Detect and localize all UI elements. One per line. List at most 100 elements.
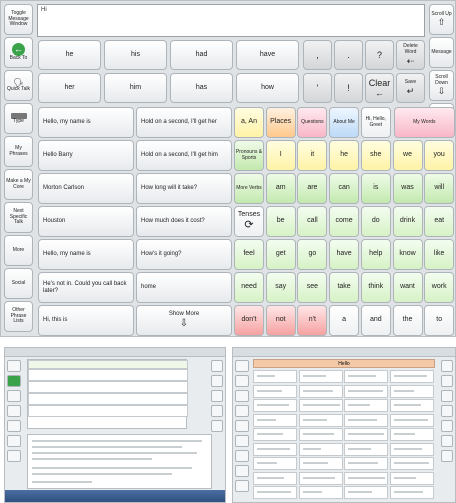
right-toolbar-button[interactable]: Message xyxy=(429,37,454,68)
core-word-key[interactable]: drink xyxy=(392,206,423,237)
left-toolbar-button[interactable]: My Phrases xyxy=(4,136,33,167)
core-word-label: call xyxy=(307,217,318,225)
core-word-key[interactable]: I xyxy=(265,140,296,171)
core-word-key[interactable]: do xyxy=(360,206,391,237)
core-word-key[interactable]: a, An xyxy=(234,107,264,138)
phrase-button[interactable]: Houston xyxy=(38,206,134,237)
core-word-key[interactable]: to xyxy=(424,305,455,336)
core-word-key[interactable]: see xyxy=(297,272,328,303)
punctuation-key[interactable]: Delete Word ⇠ xyxy=(396,40,425,70)
core-word-key[interactable]: Pronouns & Sports xyxy=(234,140,264,171)
core-word-key[interactable]: the xyxy=(392,305,423,336)
core-word-key[interactable]: My Words xyxy=(393,107,456,138)
up-arrow-icon: ⇧ xyxy=(437,16,446,27)
core-word-key[interactable]: n't xyxy=(297,305,328,336)
down-arrow-icon: ⇩ xyxy=(179,318,189,330)
word-key[interactable]: how xyxy=(236,73,299,103)
core-word-label: are xyxy=(307,184,318,192)
core-word-key[interactable]: you xyxy=(424,140,455,171)
core-word-key[interactable]: don't xyxy=(234,305,264,336)
phrase-button[interactable]: Hello Barry xyxy=(38,140,134,171)
core-word-key[interactable]: call xyxy=(297,206,328,237)
core-word-key[interactable]: say xyxy=(265,272,296,303)
core-word-key[interactable]: and xyxy=(360,305,391,336)
phrase-button[interactable]: He's not in. Could you call back later? xyxy=(38,272,134,303)
phrase-button[interactable]: Hold on a second, I'll get her xyxy=(136,107,232,138)
core-word-key[interactable]: are xyxy=(297,173,328,204)
core-word-key[interactable]: Places xyxy=(265,107,296,138)
left-toolbar-button[interactable]: Other Phrase Lists xyxy=(4,301,33,332)
core-word-key[interactable]: eat xyxy=(424,206,455,237)
core-word-key[interactable]: like xyxy=(424,239,455,270)
phrase-button[interactable]: Morton Carlson xyxy=(38,173,134,204)
word-key[interactable]: his xyxy=(104,40,167,70)
left-toolbar-button[interactable]: Next Specific Talk xyxy=(4,202,33,233)
core-word-key[interactable]: Hi, Hello, Greet xyxy=(360,107,391,138)
core-word-key[interactable]: not xyxy=(265,305,296,336)
core-word-key[interactable]: a xyxy=(329,305,360,336)
phrase-button[interactable]: How long will it take? xyxy=(136,173,232,204)
phrase-button[interactable]: home xyxy=(136,272,232,303)
word-key[interactable]: her xyxy=(38,73,101,103)
core-word-label: be xyxy=(276,217,285,225)
punctuation-key[interactable]: ! xyxy=(334,73,363,103)
core-word-label: say xyxy=(275,283,287,291)
core-word-key[interactable]: it xyxy=(297,140,328,171)
core-word-key[interactable]: think xyxy=(360,272,391,303)
core-word-key[interactable]: he xyxy=(329,140,360,171)
left-toolbar-button[interactable]: Toggle Message Window xyxy=(4,4,33,35)
phrase-button[interactable]: How much does it cost? xyxy=(136,206,232,237)
right-toolbar-button[interactable]: Scroll Down ⇩ xyxy=(429,70,454,101)
left-toolbar-button[interactable]: Make a My Core xyxy=(4,169,33,200)
punctuation-key[interactable]: Save ↵ xyxy=(396,73,425,103)
core-word-key[interactable]: go xyxy=(297,239,328,270)
core-word-key[interactable]: will xyxy=(424,173,455,204)
left-toolbar-button[interactable]: Social xyxy=(4,268,33,299)
core-word-key[interactable]: need xyxy=(234,272,264,303)
right-toolbar-button[interactable]: Scroll Up ⇧ xyxy=(429,4,454,35)
core-word-key[interactable]: was xyxy=(392,173,423,204)
phrase-button[interactable]: Hold on a second, I'll get him xyxy=(136,140,232,171)
punctuation-key[interactable]: ' xyxy=(303,73,332,103)
core-word-key[interactable]: we xyxy=(392,140,423,171)
word-key[interactable]: has xyxy=(170,73,233,103)
word-key[interactable]: have xyxy=(236,40,299,70)
core-word-key[interactable]: help xyxy=(360,239,391,270)
core-word-key[interactable]: get xyxy=(265,239,296,270)
core-word-key[interactable]: she xyxy=(360,140,391,171)
word-key[interactable]: him xyxy=(104,73,167,103)
left-toolbar-button[interactable]: More xyxy=(4,235,33,266)
core-word-key[interactable]: feel xyxy=(234,239,264,270)
word-key[interactable]: he xyxy=(38,40,101,70)
thumbnail-table xyxy=(27,359,188,429)
core-word-key[interactable]: want xyxy=(392,272,423,303)
message-window[interactable]: Hi xyxy=(37,4,425,37)
phrase-button[interactable]: Hello, my name is xyxy=(38,107,134,138)
word-key[interactable]: had xyxy=(170,40,233,70)
left-toolbar-button[interactable]: 🗣 Quick Talk xyxy=(4,70,33,101)
core-word-key[interactable]: is xyxy=(360,173,391,204)
core-word-key[interactable]: am xyxy=(265,173,296,204)
left-toolbar-button[interactable]: Type xyxy=(4,103,33,134)
core-word-key[interactable]: take xyxy=(329,272,360,303)
core-word-key[interactable]: have xyxy=(329,239,360,270)
punctuation-key[interactable]: . xyxy=(334,40,363,70)
core-word-key[interactable]: Tenses ⟳ xyxy=(234,206,264,237)
show-more-button[interactable]: Show More ⇩ xyxy=(136,305,232,336)
core-word-key[interactable]: can xyxy=(329,173,360,204)
punctuation-key[interactable]: , xyxy=(303,40,332,70)
phrase-button[interactable]: How's it going? xyxy=(136,239,232,270)
core-word-key[interactable]: be xyxy=(265,206,296,237)
core-word-key[interactable]: work xyxy=(424,272,455,303)
phrase-button[interactable]: Hi, this is xyxy=(38,305,134,336)
core-word-key[interactable]: More Verbs xyxy=(234,173,264,204)
core-word-key[interactable]: know xyxy=(392,239,423,270)
left-toolbar-button[interactable]: ← Back To xyxy=(4,37,33,68)
core-word-key[interactable]: Questions xyxy=(297,107,328,138)
core-word-key[interactable]: come xyxy=(329,206,360,237)
punctuation-key[interactable]: ? xyxy=(365,40,394,70)
core-word-key[interactable]: About Me xyxy=(329,107,360,138)
thumbnail-grid-cell xyxy=(253,428,297,441)
punctuation-key[interactable]: Clear ← xyxy=(365,73,394,103)
phrase-button[interactable]: Hello, my name is xyxy=(38,239,134,270)
